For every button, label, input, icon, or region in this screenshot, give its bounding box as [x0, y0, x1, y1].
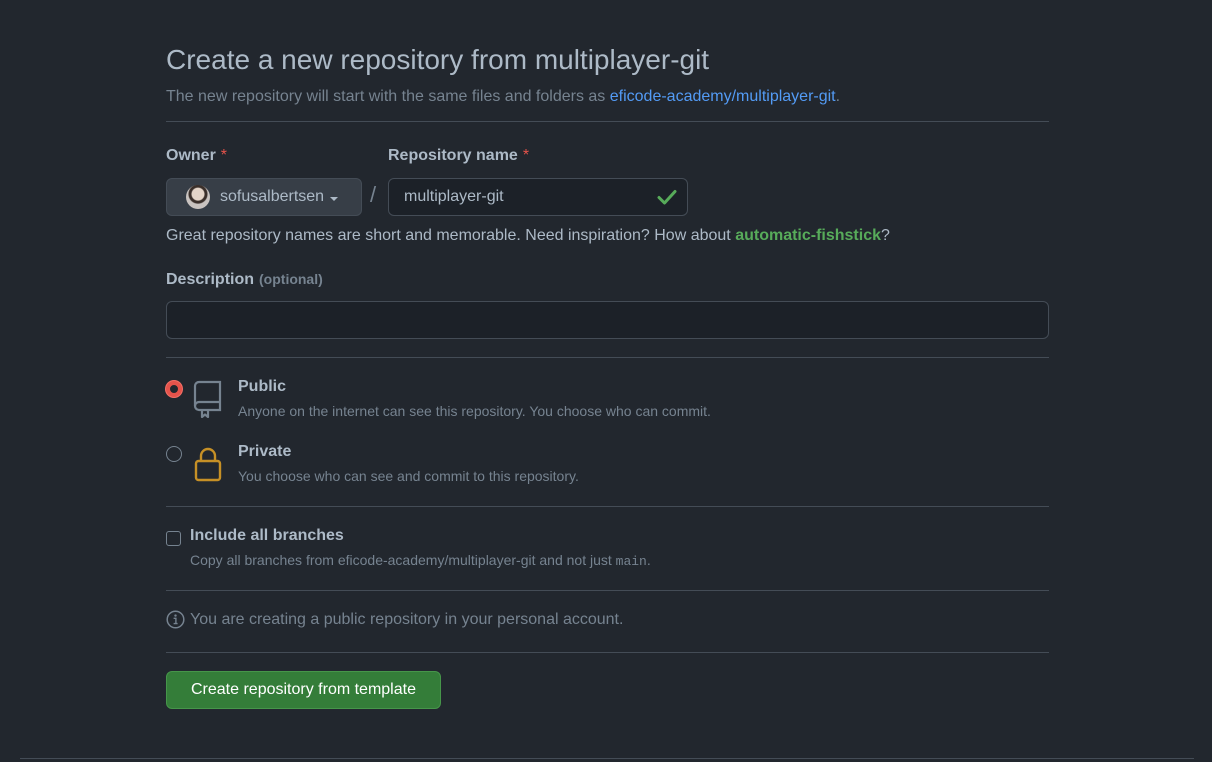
private-option-title: Private	[238, 443, 292, 460]
page-subtitle: The new repository will start with the s…	[166, 88, 840, 106]
public-option-desc: Anyone on the internet can see this repo…	[238, 403, 711, 419]
page: Create a new repository from multiplayer…	[0, 0, 1212, 762]
owner-repo-separator: /	[370, 182, 377, 207]
caret-down-icon	[330, 196, 339, 201]
info-note: You are creating a public repository in …	[166, 610, 623, 629]
owner-dropdown[interactable]: sofusalbertsen	[166, 178, 362, 216]
public-radio[interactable]	[166, 381, 182, 397]
divider	[166, 590, 1049, 591]
avatar	[186, 185, 210, 209]
hint-text: Great repository names are short and mem…	[166, 227, 736, 244]
divider	[166, 652, 1049, 653]
hint-suffix: ?	[881, 227, 890, 244]
create-repository-button[interactable]: Create repository from template	[166, 671, 441, 709]
info-text: You are creating a public repository in …	[190, 610, 624, 628]
subtitle-text: The new repository will start with the s…	[166, 88, 610, 105]
description-input[interactable]	[166, 301, 1049, 339]
template-repo-link[interactable]: eficode-academy/multiplayer-git	[610, 88, 836, 105]
info-icon	[166, 610, 185, 629]
lock-icon	[194, 447, 222, 482]
private-radio[interactable]	[166, 446, 182, 462]
repo-name-hint: Great repository names are short and mem…	[166, 227, 890, 245]
public-option-title: Public	[238, 378, 287, 395]
branches-desc-text: Copy all branches from eficode-academy/m…	[190, 552, 616, 568]
optional-note: (optional)	[259, 271, 323, 287]
owner-label: Owner *	[166, 147, 227, 165]
subtitle-suffix: .	[835, 88, 841, 105]
footer-divider	[20, 758, 1194, 759]
required-mark: *	[522, 147, 530, 164]
page-title: Create a new repository from multiplayer…	[166, 44, 710, 75]
include-branches-label[interactable]: Include all branches	[190, 527, 344, 545]
repo-icon	[193, 380, 222, 418]
divider	[166, 121, 1049, 122]
include-branches-desc: Copy all branches from eficode-academy/m…	[190, 552, 651, 569]
divider	[166, 357, 1049, 358]
owner-value: sofusalbertsen	[220, 188, 325, 205]
description-label-text: Description	[166, 271, 255, 288]
required-mark: *	[220, 147, 228, 164]
divider	[166, 506, 1049, 507]
description-label: Description (optional)	[166, 271, 323, 289]
repo-name-label: Repository name *	[388, 147, 529, 165]
repo-name-label-text: Repository name	[388, 147, 518, 164]
branch-code: main	[615, 554, 647, 569]
repo-name-input[interactable]: multiplayer-git	[388, 178, 688, 216]
branches-desc-suffix: .	[646, 552, 651, 568]
owner-label-text: Owner	[166, 147, 216, 164]
name-suggestion[interactable]: automatic-fishstick	[735, 227, 881, 244]
include-branches-checkbox[interactable]	[166, 531, 181, 546]
check-icon	[657, 190, 677, 205]
repo-name-value: multiplayer-git	[404, 188, 504, 205]
private-option-desc: You choose who can see and commit to thi…	[238, 468, 579, 484]
